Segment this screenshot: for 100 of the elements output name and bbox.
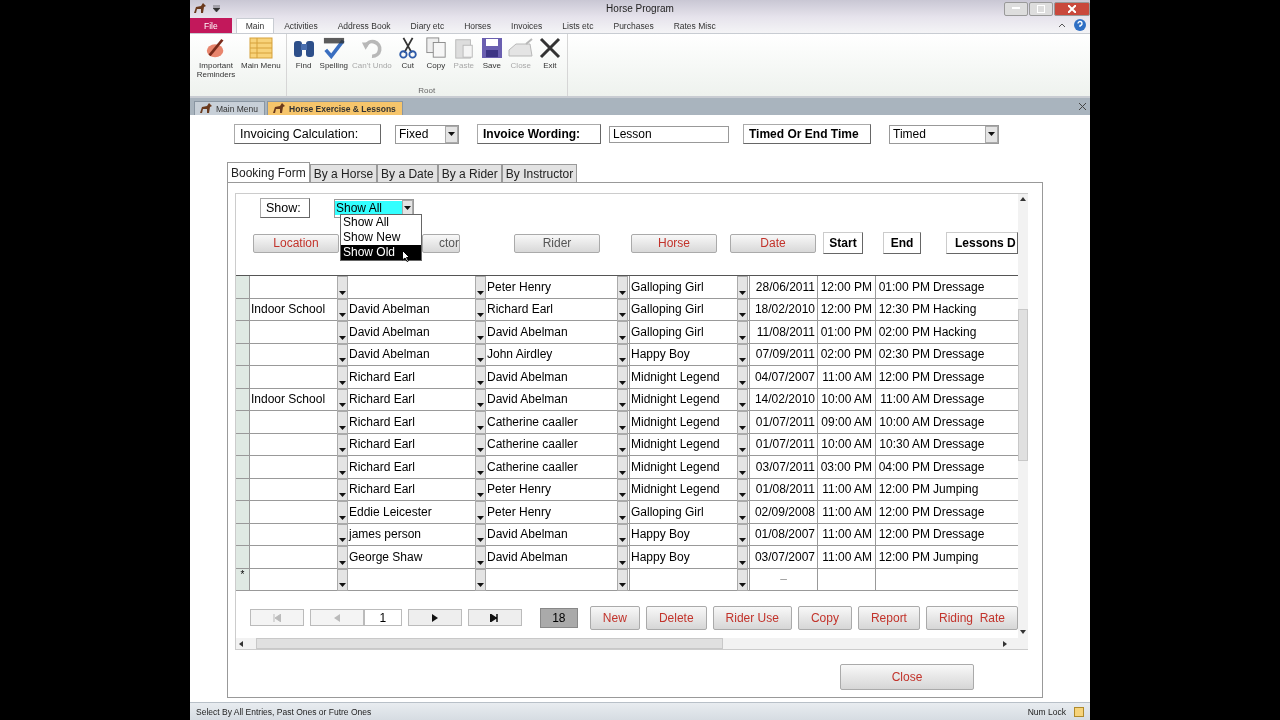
dropdown-button[interactable] <box>737 298 748 321</box>
column-header[interactable]: Location <box>253 233 339 253</box>
dropdown-button[interactable] <box>737 276 748 299</box>
dropdown-button[interactable] <box>475 456 486 479</box>
dropdown-button[interactable] <box>337 366 348 389</box>
dropdown-button[interactable] <box>617 456 628 479</box>
form-tab[interactable]: Booking Form <box>227 162 310 182</box>
dropdown-button[interactable] <box>737 433 748 456</box>
dropdown-button[interactable] <box>737 523 748 546</box>
column-header[interactable]: Rider <box>514 233 600 253</box>
dropdown-button[interactable] <box>475 298 486 321</box>
dropdown-button[interactable] <box>737 343 748 366</box>
dropdown-button[interactable] <box>475 568 486 591</box>
last-record-button[interactable] <box>467 609 522 626</box>
dropdown-button[interactable] <box>737 366 748 389</box>
dropdown-button[interactable] <box>737 321 748 344</box>
dropdown-button[interactable] <box>617 321 628 344</box>
dropdown-button[interactable] <box>337 298 348 321</box>
scroll-left-icon[interactable] <box>239 640 243 647</box>
menu-option[interactable]: Show New <box>341 230 421 245</box>
dropdown-button[interactable] <box>617 478 628 501</box>
dropdown-button[interactable] <box>737 456 748 479</box>
dropdown-button[interactable] <box>475 276 486 299</box>
menu-option[interactable]: Show Old <box>341 245 421 260</box>
ribbon-tab[interactable]: Horses <box>454 18 502 33</box>
dropdown-button[interactable] <box>737 478 748 501</box>
dropdown-button[interactable] <box>617 546 628 569</box>
ribbon-tab[interactable]: Purchases <box>603 18 664 33</box>
ribbon-button[interactable]: Cut <box>393 34 422 86</box>
dropdown-button[interactable] <box>617 388 628 411</box>
record-number-field[interactable]: 1 <box>363 609 402 626</box>
action-button[interactable]: Rider Use <box>712 605 792 630</box>
scroll-right-icon[interactable] <box>1003 640 1007 647</box>
close-form-button[interactable]: Close <box>840 664 974 690</box>
column-header[interactable]: Date <box>730 233 816 253</box>
dropdown-field[interactable]: Fixed <box>395 124 459 144</box>
ribbon-tab[interactable]: Lists etc <box>552 18 604 33</box>
ribbon-button[interactable]: Main Menu <box>239 34 283 86</box>
dropdown-button[interactable] <box>737 546 748 569</box>
ribbon-tab[interactable]: Diary etc <box>400 18 455 33</box>
ribbon-button[interactable]: Copy <box>421 34 450 86</box>
minimize-button[interactable] <box>1004 1 1028 16</box>
document-tab[interactable]: Main Menu <box>194 101 266 115</box>
dropdown-button[interactable] <box>617 568 628 591</box>
column-header[interactable]: Horse <box>631 233 717 253</box>
document-tab[interactable]: Horse Exercise & Lessons <box>267 101 403 115</box>
dropdown-button[interactable] <box>475 433 486 456</box>
column-header[interactable]: Start <box>823 232 863 254</box>
dropdown-button[interactable] <box>475 321 486 344</box>
column-header[interactable]: ctor <box>422 233 460 253</box>
scroll-up-icon[interactable] <box>1020 197 1026 201</box>
action-button[interactable]: New <box>589 605 640 630</box>
dropdown-button[interactable] <box>617 366 628 389</box>
dropdown-button[interactable] <box>737 568 748 591</box>
dropdown-button[interactable] <box>737 411 748 434</box>
menu-option[interactable]: Show All <box>341 215 421 230</box>
dropdown-button[interactable] <box>337 411 348 434</box>
dropdown-button[interactable] <box>475 546 486 569</box>
scroll-down-icon[interactable] <box>1020 630 1026 634</box>
dropdown-button[interactable] <box>475 411 486 434</box>
dropdown-button[interactable] <box>475 523 486 546</box>
ribbon-button[interactable]: Important Reminders <box>193 34 239 86</box>
action-button[interactable]: Riding Rate <box>925 605 1018 630</box>
ribbon-tab[interactable]: Activities <box>274 18 328 33</box>
help-icon[interactable] <box>1074 19 1086 31</box>
form-tab[interactable]: By a Rider <box>437 164 502 182</box>
next-record-button[interactable] <box>407 609 462 626</box>
ribbon-button[interactable]: Save <box>477 34 506 86</box>
close-button[interactable] <box>1054 1 1090 16</box>
ribbon-tab[interactable]: Invoices <box>501 18 553 33</box>
dropdown-button[interactable] <box>337 546 348 569</box>
dropdown-button[interactable] <box>475 478 486 501</box>
dropdown-button[interactable] <box>617 501 628 524</box>
close-tab-button[interactable] <box>1079 103 1086 110</box>
dropdown-button[interactable] <box>337 276 348 299</box>
dropdown-button[interactable] <box>617 411 628 434</box>
dropdown-button[interactable] <box>475 343 486 366</box>
dropdown-button[interactable] <box>475 366 486 389</box>
dropdown-button[interactable] <box>337 478 348 501</box>
maximize-button[interactable] <box>1029 1 1053 16</box>
ribbon-button[interactable]: Spelling <box>317 34 351 86</box>
text-field[interactable]: Lesson <box>609 125 729 143</box>
dropdown-button[interactable] <box>737 388 748 411</box>
column-header[interactable]: End <box>883 232 921 254</box>
ribbon-button[interactable]: Find <box>289 34 318 86</box>
dropdown-button[interactable] <box>337 456 348 479</box>
action-button[interactable]: Copy <box>797 605 852 630</box>
scrollbar-thumb[interactable] <box>1018 309 1028 461</box>
dropdown-button[interactable] <box>475 501 486 524</box>
collapse-ribbon-icon[interactable] <box>1058 22 1066 28</box>
column-header[interactable]: Lessons D <box>946 232 1018 254</box>
dropdown-button[interactable] <box>737 501 748 524</box>
dropdown-field[interactable]: Timed <box>889 124 999 144</box>
ribbon-tab[interactable]: Address Book <box>327 18 401 33</box>
ribbon-tab[interactable]: File <box>190 18 232 33</box>
dropdown-button[interactable] <box>617 343 628 366</box>
dropdown-button[interactable] <box>337 568 348 591</box>
dropdown-button[interactable] <box>337 433 348 456</box>
dropdown-button[interactable] <box>337 388 348 411</box>
ribbon-tab[interactable]: Rates Misc <box>663 18 726 33</box>
